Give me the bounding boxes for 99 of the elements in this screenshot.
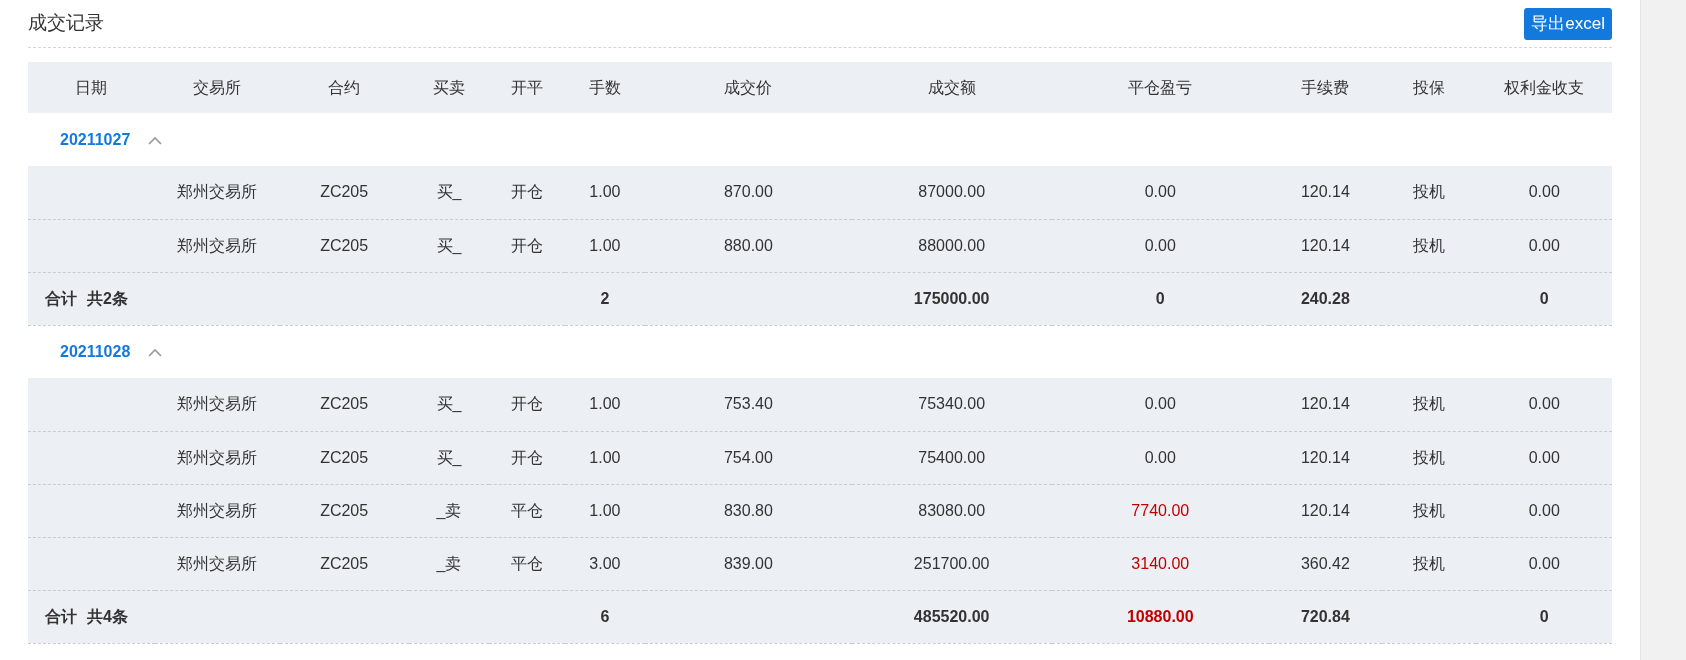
amount-text: 251700.00	[913, 554, 990, 572]
pnl-text: 0.00	[1144, 395, 1176, 413]
premium-text: 0.00	[1528, 554, 1560, 572]
amount-text: 75400.00	[918, 448, 986, 466]
fee-text: 360.42	[1300, 554, 1350, 572]
total-amount: 175000.00	[913, 289, 990, 307]
fee-text: 120.14	[1300, 236, 1350, 254]
pnl-text: 0.00	[1144, 183, 1176, 201]
exchange-text: 郑州交易所	[177, 448, 258, 466]
contract-text: ZC205	[320, 236, 369, 254]
fee-text: 120.14	[1300, 501, 1350, 519]
side-text: 买_	[436, 183, 462, 201]
price-text: 880.00	[723, 236, 773, 254]
column-header: 合约	[279, 62, 409, 113]
column-header: 成交价	[645, 62, 852, 113]
fee-text: 120.14	[1300, 448, 1350, 466]
exchange-text: 郑州交易所	[177, 183, 258, 201]
hedge-text: 投机	[1413, 183, 1446, 201]
contract-text: ZC205	[320, 501, 369, 519]
side-text: 买_	[436, 236, 462, 254]
column-header: 平仓盈亏	[1051, 62, 1269, 113]
side-text: _卖	[436, 501, 462, 519]
lots-text: 1.00	[589, 501, 621, 519]
collapse-caret-icon[interactable]	[148, 348, 163, 357]
group-date-link[interactable]: 20211028	[60, 342, 131, 360]
column-header: 开平	[489, 62, 565, 113]
pnl-text: 0.00	[1144, 448, 1176, 466]
side-text: 买_	[436, 395, 462, 413]
record-count: 共2条	[87, 289, 128, 307]
lots-text: 1.00	[589, 236, 621, 254]
amount-text: 87000.00	[918, 183, 986, 201]
collapse-caret-icon[interactable]	[148, 135, 163, 145]
price-text: 839.00	[723, 554, 773, 572]
pnl-text: 0.00	[1144, 236, 1176, 254]
price-text: 830.80	[723, 501, 773, 519]
contract-text: ZC205	[320, 395, 369, 413]
lots-text: 1.00	[589, 448, 621, 466]
amount-text: 88000.00	[918, 236, 986, 254]
total-premium: 0	[1539, 607, 1549, 625]
hedge-text: 投机	[1413, 236, 1446, 254]
total-fee: 720.84	[1300, 607, 1350, 625]
premium-text: 0.00	[1528, 448, 1560, 466]
column-header: 日期	[28, 62, 155, 113]
total-label: 合计	[45, 289, 77, 307]
pnl-text: 7740.00	[1131, 501, 1190, 519]
lots-text: 3.00	[589, 554, 621, 572]
price-text: 870.00	[723, 183, 773, 201]
offset-text: 平仓	[510, 501, 543, 519]
amount-text: 75340.00	[918, 395, 986, 413]
offset-text: 开仓	[510, 395, 543, 413]
premium-text: 0.00	[1528, 236, 1560, 254]
column-header: 成交额	[851, 62, 1052, 113]
column-header: 交易所	[154, 62, 280, 113]
total-amount: 485520.00	[913, 607, 990, 625]
total-premium: 0	[1539, 289, 1549, 307]
offset-text: 开仓	[510, 183, 543, 201]
record-count: 共4条	[87, 607, 128, 625]
premium-text: 0.00	[1528, 395, 1560, 413]
exchange-text: 郑州交易所	[177, 236, 258, 254]
pnl-text: 3140.00	[1131, 554, 1190, 572]
hedge-text: 投机	[1413, 448, 1446, 466]
total-lots: 6	[600, 607, 610, 625]
column-header: 买卖	[408, 62, 490, 113]
price-text: 754.00	[723, 448, 773, 466]
lots-text: 1.00	[589, 395, 621, 413]
exchange-text: 郑州交易所	[177, 554, 258, 572]
total-fee: 240.28	[1300, 289, 1350, 307]
group-date-link[interactable]: 20211027	[60, 130, 131, 148]
exchange-text: 郑州交易所	[177, 395, 258, 413]
premium-text: 0.00	[1528, 501, 1560, 519]
column-header: 投保	[1381, 62, 1477, 113]
exchange-text: 郑州交易所	[177, 501, 258, 519]
premium-text: 0.00	[1528, 183, 1560, 201]
column-header: 手续费	[1268, 62, 1382, 113]
column-header: 权利金收支	[1476, 62, 1612, 113]
total-lots: 2	[600, 289, 610, 307]
hedge-text: 投机	[1413, 501, 1446, 519]
total-label: 合计	[45, 607, 77, 625]
scrollbar[interactable]	[1640, 0, 1686, 660]
fee-text: 120.14	[1300, 183, 1350, 201]
total-pnl: 0	[1155, 289, 1165, 307]
contract-text: ZC205	[320, 554, 369, 572]
page-title: 成交记录	[28, 11, 104, 36]
contract-text: ZC205	[320, 448, 369, 466]
side-text: 买_	[436, 448, 462, 466]
amount-text: 83080.00	[918, 501, 986, 519]
hedge-text: 投机	[1413, 554, 1446, 572]
lots-text: 1.00	[589, 183, 621, 201]
total-pnl: 10880.00	[1126, 607, 1194, 625]
column-header: 手数	[564, 62, 646, 113]
offset-text: 开仓	[510, 448, 543, 466]
contract-text: ZC205	[320, 183, 369, 201]
offset-text: 开仓	[510, 236, 543, 254]
side-text: _卖	[436, 554, 462, 572]
hedge-text: 投机	[1413, 395, 1446, 413]
export-button[interactable]: 导出excel	[1524, 7, 1612, 40]
fee-text: 120.14	[1300, 395, 1350, 413]
offset-text: 平仓	[510, 554, 543, 572]
price-text: 753.40	[723, 395, 773, 413]
